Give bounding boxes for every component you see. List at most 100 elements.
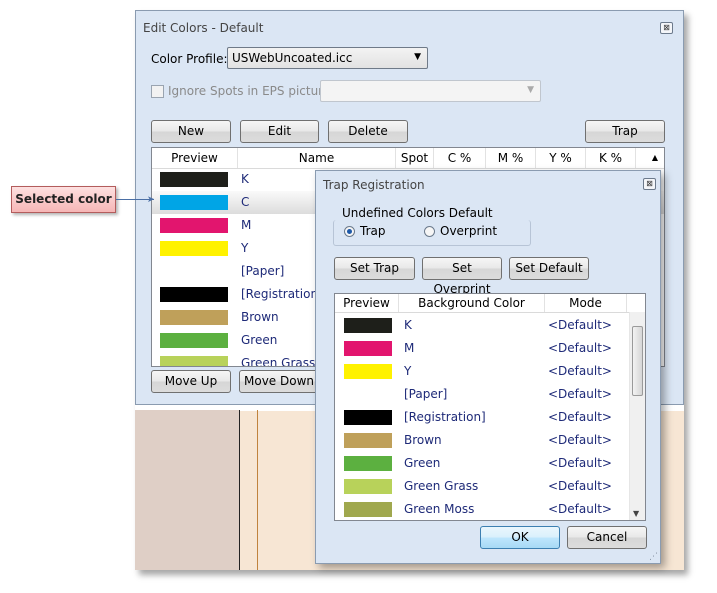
color-name: [Paper] [241,264,285,278]
delete-button[interactable]: Delete [328,120,408,143]
trap-list-scrollbar[interactable]: ▼ [629,312,645,520]
set-overprint-button[interactable]: Set Overprint [422,257,502,296]
column-header[interactable]: Spot [396,148,434,168]
color-swatch [160,172,228,187]
chevron-down-icon: ▼ [527,85,534,95]
color-name: Brown [241,310,279,324]
column-header[interactable]: M % [486,148,536,168]
trap-row[interactable]: Green Moss <Default> [335,498,627,520]
column-header[interactable]: C % [434,148,486,168]
trap-row[interactable]: K <Default> [335,314,627,337]
color-swatch [160,264,228,279]
trap-row[interactable]: Green <Default> [335,452,627,475]
color-swatch [160,195,228,210]
color-profile-select[interactable]: USWebUncoated.icc ▼ [227,47,428,69]
color-swatch [160,241,228,256]
background-color-name: [Registration] [404,410,486,424]
column-header[interactable]: Preview [152,148,238,168]
color-swatch [344,502,392,517]
trap-row[interactable]: Brown <Default> [335,429,627,452]
trap-mode: <Default> [548,410,612,424]
color-name: Y [241,241,249,255]
chevron-down-icon: ▼ [414,52,421,62]
cancel-button[interactable]: Cancel [567,526,647,549]
column-header[interactable]: Name [238,148,396,168]
color-swatch [344,387,392,402]
trap-mode: <Default> [548,433,612,447]
color-swatch [160,218,228,233]
undefined-colors-label: Undefined Colors Default [342,206,493,220]
color-swatch [344,479,392,494]
margin-guide-line [257,410,258,570]
trap-mode: <Default> [548,502,612,516]
close-icon[interactable]: ⊠ [643,178,656,190]
arrow-right-icon: ➤ [147,195,155,205]
color-profile-label: Color Profile: [151,52,228,66]
ok-button[interactable]: OK [480,526,560,549]
background-color-name: Green Moss [404,502,475,516]
color-swatch [344,433,392,448]
color-name: M [241,218,252,232]
trap-mode: <Default> [548,456,612,470]
column-header[interactable]: Preview [335,294,399,312]
selected-color-callout: Selected color [11,186,116,213]
trap-mode: <Default> [548,318,612,332]
trap-button[interactable]: Trap [585,120,665,143]
pasteboard-area [135,410,239,570]
move-up-button[interactable]: Move Up [151,370,231,393]
color-name: Green Grass [241,356,316,367]
background-color-name: Green Grass [404,479,479,493]
eps-spots-select[interactable]: ▼ [320,80,541,102]
trap-row[interactable]: [Registration] <Default> [335,406,627,429]
trap-row[interactable]: [Paper] <Default> [335,383,627,406]
column-header[interactable]: Background Color [399,294,545,312]
color-name: K [241,172,249,186]
scroll-down-icon[interactable]: ▼ [633,509,639,518]
color-profile-value: USWebUncoated.icc [232,51,353,65]
trap-row[interactable]: Green Grass <Default> [335,475,627,498]
background-color-name: K [404,318,412,332]
scroll-up-icon[interactable]: ▲ [646,148,664,168]
column-header[interactable]: K % [586,148,636,168]
column-header[interactable]: Mode [545,294,627,312]
trap-mode: <Default> [548,341,612,355]
list-header: Preview Name Spot C % M % Y % K % ▲ [152,148,664,169]
set-default-button[interactable]: Set Default [509,257,589,280]
color-swatch [160,333,228,348]
color-swatch [344,456,392,471]
set-trap-button[interactable]: Set Trap [334,257,415,280]
overprint-radio-label: Overprint [440,224,498,238]
undefined-colors-group: Trap Overprint [333,220,531,246]
scrollbar-thumb[interactable] [632,326,643,396]
trap-row[interactable]: Y <Default> [335,360,627,383]
ignore-spots-label: Ignore Spots in EPS pictures [168,84,337,98]
trap-mode: <Default> [548,364,612,378]
trap-radio[interactable] [344,226,355,237]
new-button[interactable]: New [151,120,231,143]
resize-grip-icon[interactable]: ⋰ [649,552,658,562]
trap-mode: <Default> [548,479,612,493]
page-edge-line [239,410,240,570]
background-color-name: [Paper] [404,387,448,401]
color-swatch [160,356,228,366]
move-down-button[interactable]: Move Down [239,370,319,393]
color-swatch [344,410,392,425]
edit-button[interactable]: Edit [240,120,319,143]
background-color-name: M [404,341,415,355]
close-icon[interactable]: ⊠ [660,22,673,34]
trap-radio-label: Trap [360,224,386,238]
dialog-title: Edit Colors - Default [143,21,264,35]
ignore-spots-checkbox[interactable] [151,85,164,98]
color-swatch [160,310,228,325]
trap-colors-list[interactable]: Preview Background Color Mode K <Default>… [334,293,646,521]
trap-list-header: Preview Background Color Mode [335,294,645,313]
color-name: [Registration] [241,287,323,301]
color-swatch [344,341,392,356]
trap-mode: <Default> [548,387,612,401]
color-name: Green [241,333,278,347]
overprint-radio[interactable] [424,226,435,237]
column-header[interactable]: Y % [536,148,586,168]
color-swatch [160,287,228,302]
trap-row[interactable]: M <Default> [335,337,627,360]
trap-dialog-title: Trap Registration [323,178,425,192]
